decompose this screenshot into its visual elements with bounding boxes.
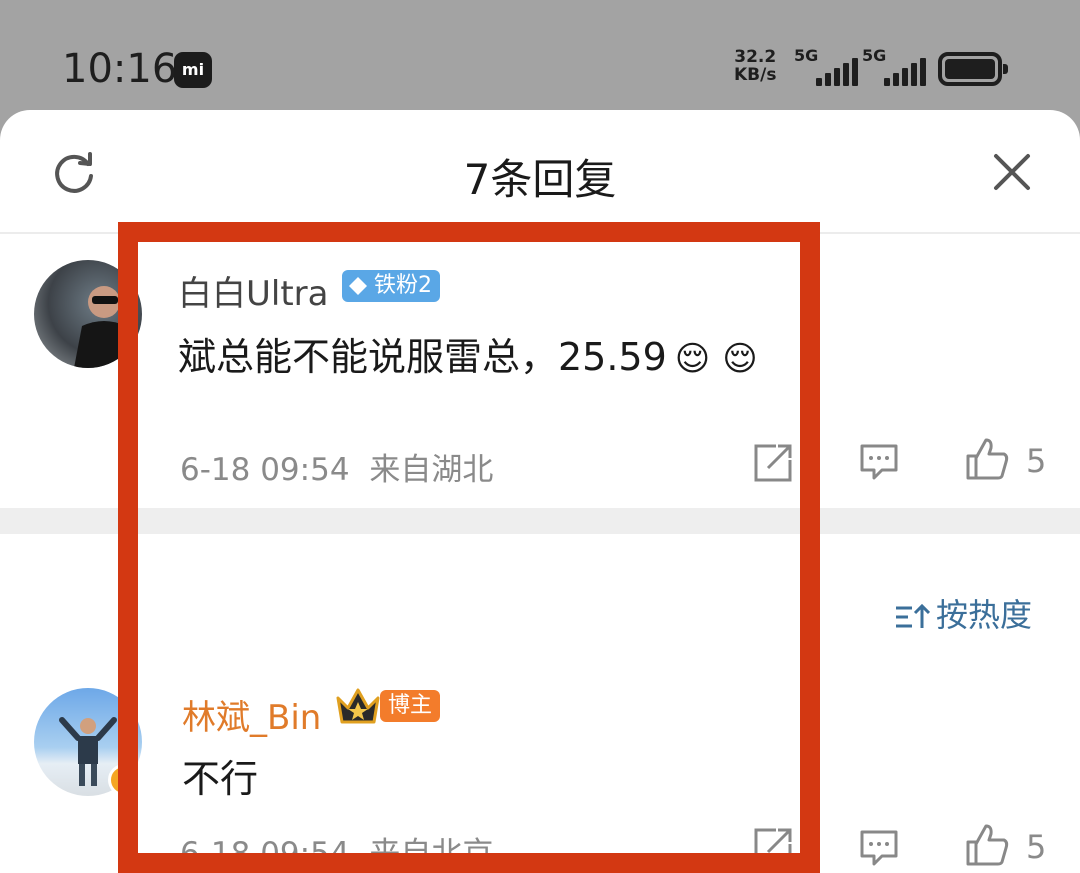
status-time: 10:16 — [62, 46, 178, 92]
like-icon[interactable] — [964, 436, 1010, 482]
highlight-box — [118, 222, 820, 873]
network-speed-value: 32.2 — [734, 47, 777, 67]
signal-strength-icon: 5G — [794, 46, 858, 86]
page-title: 7条回复 — [463, 155, 617, 204]
comment-icon[interactable] — [858, 440, 900, 482]
battery-icon — [938, 52, 1008, 86]
mi-app-icon: mi — [174, 52, 212, 88]
like-count: 5 — [1026, 442, 1047, 480]
sort-label: 按热度 — [936, 596, 1033, 634]
like-count: 5 — [1026, 828, 1047, 866]
sort-toggle[interactable]: 按热度 — [894, 590, 1032, 636]
like-icon[interactable] — [964, 822, 1010, 868]
sort-icon — [896, 603, 931, 628]
comment-icon[interactable] — [858, 826, 900, 868]
network-speed-unit: KB/s — [734, 65, 777, 85]
close-icon[interactable] — [990, 150, 1034, 194]
signal-strength-icon: 5G — [862, 46, 926, 86]
network-speed: 32.2 KB/s — [734, 48, 776, 84]
